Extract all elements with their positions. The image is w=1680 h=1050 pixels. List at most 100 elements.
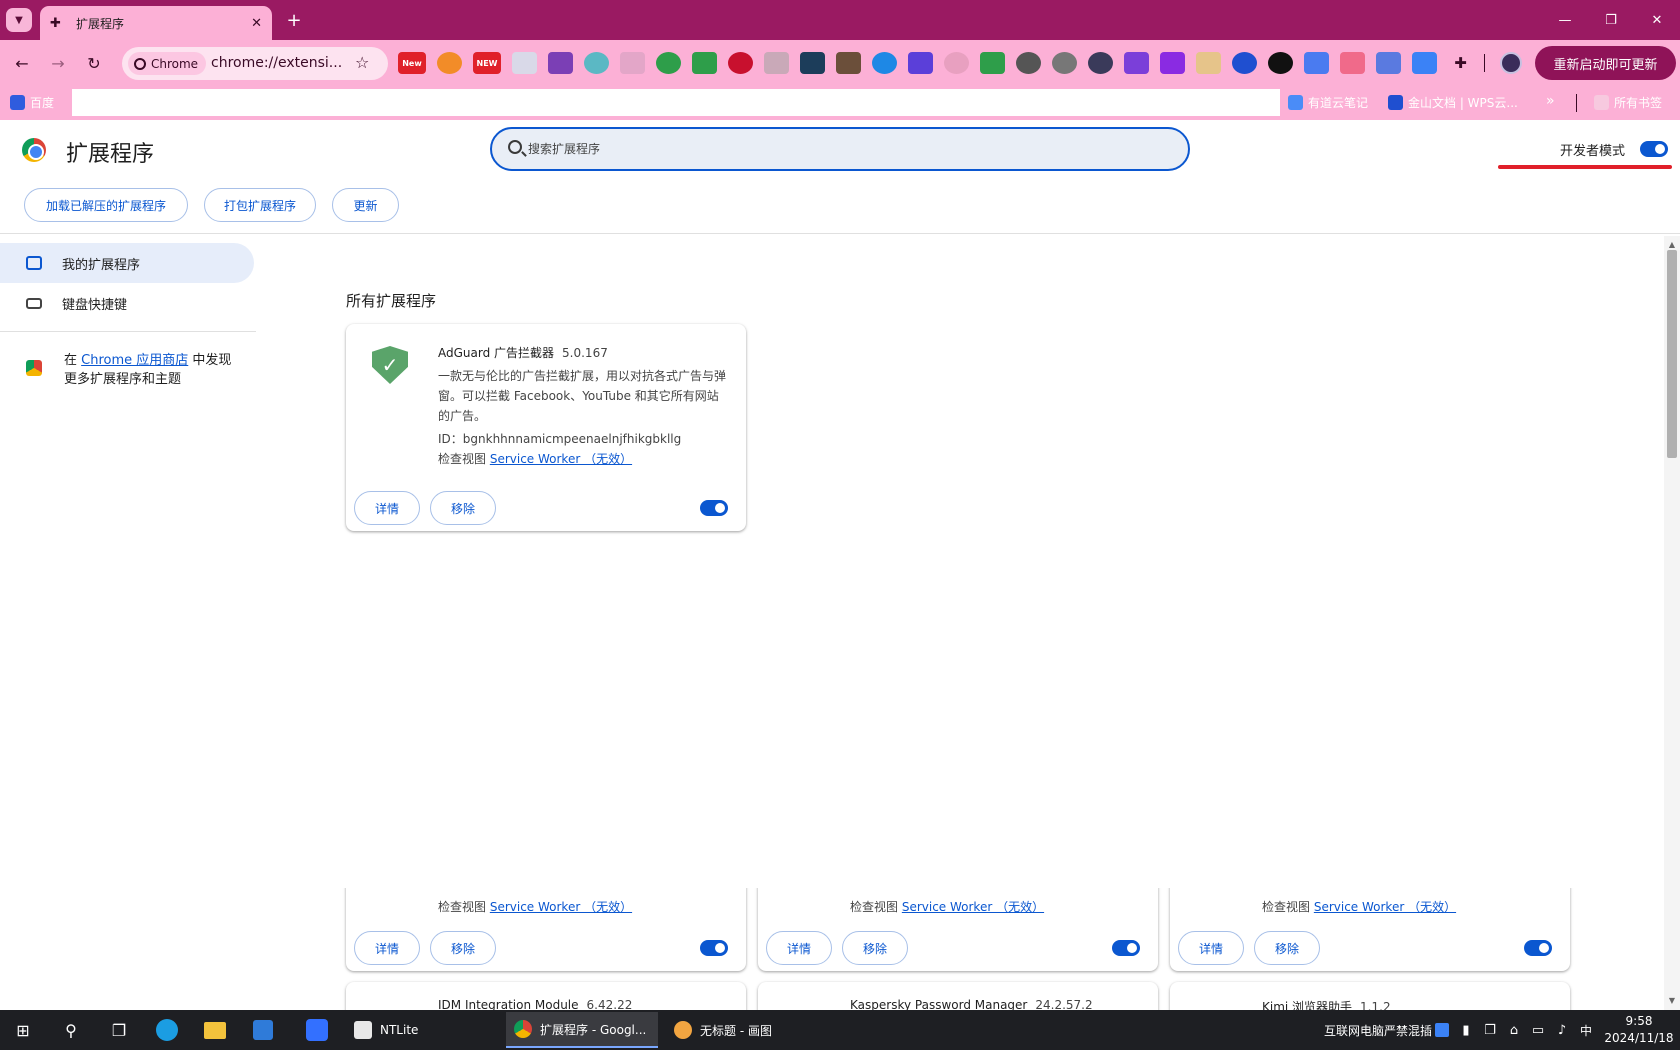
tray-app-icon[interactable]: ▮ bbox=[1456, 1016, 1476, 1044]
taskbar-app-paint[interactable]: 无标题 - 画图 bbox=[666, 1012, 816, 1048]
tab-search-button[interactable]: ▼ bbox=[6, 8, 32, 32]
task-view-icon[interactable]: ❐ bbox=[104, 1016, 134, 1044]
onenote-icon[interactable] bbox=[548, 52, 573, 74]
extension-title: IDM Integration Module bbox=[438, 998, 579, 1010]
download-icon[interactable] bbox=[692, 52, 717, 74]
load-unpacked-button[interactable]: 加载已解压的扩展程序 bbox=[24, 188, 188, 222]
extension-new-badge-icon[interactable]: New bbox=[398, 52, 426, 74]
edge-icon[interactable] bbox=[152, 1016, 182, 1044]
windows-start-icon[interactable]: ⊞ bbox=[8, 1016, 38, 1044]
search-box[interactable] bbox=[490, 127, 1190, 171]
taskbar-app-ntlite[interactable]: NTLite bbox=[346, 1012, 504, 1048]
feishu-icon[interactable] bbox=[302, 1016, 332, 1044]
extensions-puzzle-icon[interactable]: ✚ bbox=[1448, 52, 1473, 74]
file-explorer-icon[interactable] bbox=[200, 1016, 230, 1044]
site-chip-label: Chrome bbox=[151, 56, 199, 71]
service-worker-link[interactable]: Service Worker （无效） bbox=[1314, 900, 1456, 914]
extension-new-badge-icon[interactable]: NEW bbox=[473, 52, 501, 74]
scrollbar-thumb[interactable] bbox=[1667, 250, 1677, 458]
address-bar[interactable]: Chrome chrome://extensi... ☆ bbox=[122, 47, 388, 80]
details-button[interactable]: 详情 bbox=[1178, 931, 1244, 965]
scroll-up-arrow-icon[interactable]: ▲ bbox=[1667, 240, 1677, 250]
extension-icon[interactable] bbox=[800, 52, 825, 74]
minimize-button[interactable]: — bbox=[1542, 8, 1588, 32]
extension-icon[interactable] bbox=[584, 52, 609, 74]
extension-icon[interactable] bbox=[1124, 52, 1149, 74]
remove-button[interactable]: 移除 bbox=[430, 931, 496, 965]
extension-enable-toggle[interactable] bbox=[700, 940, 728, 956]
bookmark-youdao[interactable]: 有道云笔记 bbox=[1288, 94, 1368, 111]
extension-icon[interactable] bbox=[1016, 52, 1041, 74]
service-worker-link[interactable]: Service Worker （无效） bbox=[902, 900, 1044, 914]
sidebar-item-keyboard-shortcuts[interactable]: 键盘快捷键 bbox=[0, 283, 254, 323]
forward-arrow-icon[interactable]: → bbox=[46, 51, 70, 75]
service-worker-link[interactable]: Service Worker （无效） bbox=[490, 452, 632, 466]
taskbar-app-chrome[interactable]: 扩展程序 - Googl... bbox=[506, 1012, 658, 1048]
kimi-icon[interactable] bbox=[1268, 52, 1293, 74]
bookmark-wps[interactable]: 金山文档 | WPS云... bbox=[1388, 94, 1518, 111]
store-icon[interactable] bbox=[248, 1016, 278, 1044]
bookmark-all[interactable]: 所有书签 bbox=[1594, 94, 1662, 111]
taskbar-clock[interactable]: 9:58 2024/11/18 bbox=[1604, 1013, 1674, 1047]
extension-icon[interactable] bbox=[1412, 52, 1437, 74]
tab-extensions[interactable]: ✚ 扩展程序 ✕ bbox=[40, 6, 272, 40]
search-icon[interactable] bbox=[1088, 52, 1113, 74]
ime-indicator[interactable]: 中 bbox=[1580, 1022, 1592, 1039]
copy-icon[interactable]: ❐ bbox=[1480, 1016, 1500, 1044]
scroll-down-arrow-icon[interactable]: ▼ bbox=[1667, 996, 1677, 1006]
extension-icon[interactable] bbox=[1052, 52, 1077, 74]
search-input[interactable] bbox=[528, 139, 1128, 159]
bookmark-baidu[interactable]: 百度 bbox=[10, 94, 54, 111]
bookmarks-overflow-icon[interactable]: » bbox=[1546, 93, 1555, 109]
chrome-web-store-link[interactable]: Chrome 应用商店 bbox=[81, 353, 188, 368]
reload-icon[interactable]: ↻ bbox=[82, 51, 106, 75]
translate-icon[interactable] bbox=[1340, 52, 1365, 74]
extension-enable-toggle[interactable] bbox=[1524, 940, 1552, 956]
remove-button[interactable]: 移除 bbox=[430, 491, 496, 525]
extension-icon[interactable] bbox=[620, 52, 645, 74]
close-window-button[interactable]: ✕ bbox=[1634, 8, 1680, 32]
extension-icon[interactable] bbox=[872, 52, 897, 74]
search-icon[interactable]: ⚲ bbox=[56, 1016, 86, 1044]
extension-icon[interactable] bbox=[764, 52, 789, 74]
details-button[interactable]: 详情 bbox=[766, 931, 832, 965]
developer-mode-toggle[interactable] bbox=[1640, 141, 1668, 157]
relaunch-update-button[interactable]: 重新启动即可更新 bbox=[1535, 46, 1676, 80]
extension-icon[interactable] bbox=[836, 52, 861, 74]
apps-icon[interactable] bbox=[1376, 52, 1401, 74]
extension-icon[interactable] bbox=[944, 52, 969, 74]
profile-avatar[interactable] bbox=[1500, 52, 1522, 74]
tray-app-icon[interactable] bbox=[1432, 1016, 1452, 1044]
remove-button[interactable]: 移除 bbox=[842, 931, 908, 965]
remove-button[interactable]: 移除 bbox=[1254, 931, 1320, 965]
update-button[interactable]: 更新 bbox=[332, 188, 399, 222]
extension-icon[interactable] bbox=[1232, 52, 1257, 74]
extension-enable-toggle[interactable] bbox=[700, 500, 728, 516]
evernote-icon[interactable] bbox=[656, 52, 681, 74]
pack-extension-button[interactable]: 打包扩展程序 bbox=[204, 188, 316, 222]
details-button[interactable]: 详情 bbox=[354, 491, 420, 525]
volume-icon[interactable]: ♪ bbox=[1552, 1016, 1572, 1044]
browser-toolbar: ← → ↻ Chrome chrome://extensi... ☆ New N… bbox=[0, 40, 1680, 86]
extension-icon[interactable] bbox=[1196, 52, 1221, 74]
restore-button[interactable]: ❐ bbox=[1588, 8, 1634, 32]
back-arrow-icon[interactable]: ← bbox=[10, 51, 34, 75]
new-tab-button[interactable]: + bbox=[282, 8, 306, 32]
extension-icon[interactable] bbox=[728, 52, 753, 74]
usb-icon[interactable]: ⌂ bbox=[1504, 1016, 1524, 1044]
service-worker-link[interactable]: Service Worker （无效） bbox=[490, 900, 632, 914]
address-url[interactable]: chrome://extensi... bbox=[211, 55, 342, 71]
extension-icon[interactable] bbox=[512, 52, 537, 74]
adguard-shield-icon[interactable] bbox=[980, 52, 1005, 74]
details-button[interactable]: 详情 bbox=[354, 931, 420, 965]
bookmark-star-icon[interactable]: ☆ bbox=[355, 53, 369, 72]
site-chip[interactable]: Chrome bbox=[128, 52, 207, 75]
network-icon[interactable]: ▭ bbox=[1528, 1016, 1548, 1044]
play-icon[interactable] bbox=[1160, 52, 1185, 74]
sidebar-item-my-extensions[interactable]: 我的扩展程序 bbox=[0, 243, 254, 283]
calendar-icon[interactable] bbox=[908, 52, 933, 74]
tab-close-icon[interactable]: ✕ bbox=[251, 16, 262, 31]
extension-icon[interactable] bbox=[1304, 52, 1329, 74]
extension-icon[interactable] bbox=[437, 52, 462, 74]
extension-enable-toggle[interactable] bbox=[1112, 940, 1140, 956]
